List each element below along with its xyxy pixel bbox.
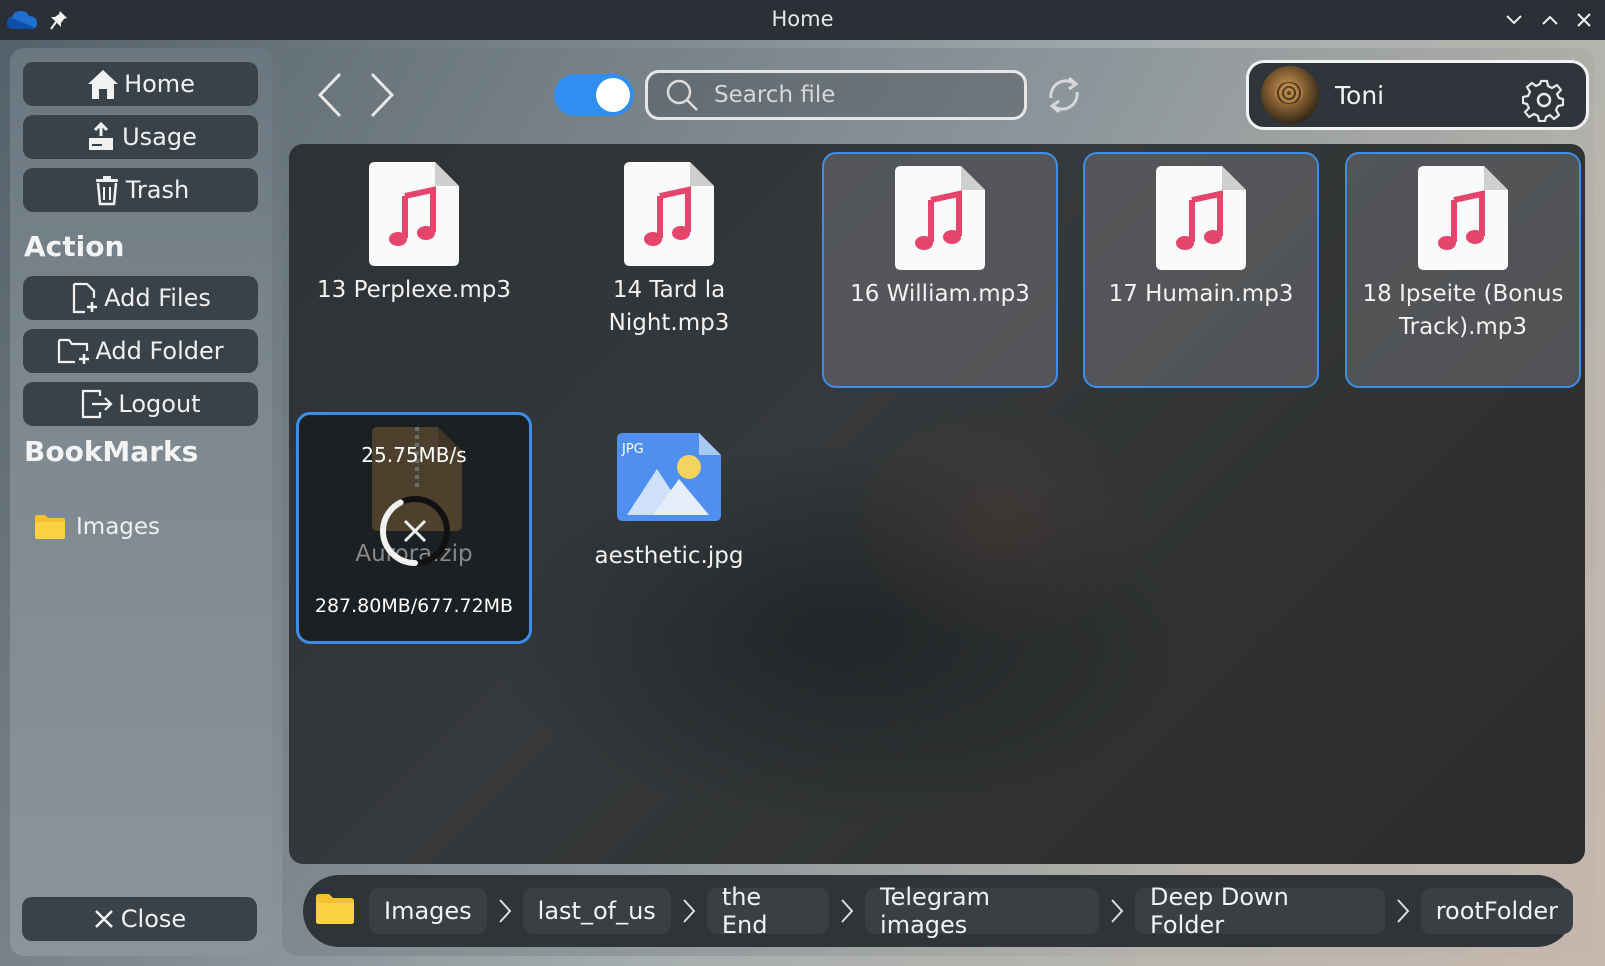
user-name: Toni <box>1335 80 1385 110</box>
logout-icon <box>82 389 113 419</box>
music-file-icon <box>895 166 985 274</box>
back-button[interactable] <box>310 70 350 120</box>
sidebar-item-usage[interactable]: Usage <box>23 115 258 159</box>
chevron-right-icon <box>839 897 855 925</box>
chevron-right-icon <box>370 72 395 118</box>
breadcrumb-item[interactable]: rootFolder <box>1420 888 1573 934</box>
music-file-icon <box>1418 166 1508 274</box>
action-heading: Action <box>24 230 125 263</box>
disk-usage-icon <box>89 121 114 150</box>
search-box[interactable] <box>645 70 1027 120</box>
avatar <box>1261 66 1319 124</box>
close-label: Close <box>120 905 187 933</box>
file-name: 18 Ipseite (Bonus Track).mp3 <box>1362 281 1564 340</box>
chevron-right-icon <box>497 897 513 925</box>
forward-button[interactable] <box>362 70 402 120</box>
cancel-download-button[interactable] <box>377 493 453 573</box>
search-input[interactable] <box>712 81 1016 109</box>
file-item[interactable]: JPG aesthetic.jpg <box>551 412 787 602</box>
breadcrumb-item[interactable]: the End <box>706 883 830 939</box>
refresh-button[interactable] <box>1043 74 1085 120</box>
file-name: 17 Humain.mp3 <box>1108 281 1294 307</box>
title-bar: Home <box>0 0 1605 40</box>
user-card[interactable]: Toni <box>1246 60 1589 130</box>
add-folder-button[interactable]: Add Folder <box>23 329 258 373</box>
search-icon <box>666 79 698 111</box>
file-item[interactable]: 13 Perplexe.mp3 <box>296 150 532 386</box>
chevron-right-icon <box>681 897 697 925</box>
music-file-icon <box>624 162 714 270</box>
breadcrumb-item[interactable]: Deep Down Folder <box>1134 883 1385 939</box>
close-sidebar-button[interactable]: Close <box>22 897 257 941</box>
sidebar-item-label: Home <box>124 70 195 98</box>
download-item[interactable]: 25.75MB/s Aurora.zip 287.80MB/677.72MB <box>296 412 532 644</box>
download-speed: 25.75MB/s <box>361 443 467 467</box>
bookmark-item-images[interactable]: Images <box>34 514 160 540</box>
sidebar-item-home[interactable]: Home <box>23 62 258 106</box>
sidebar-item-label: Trash <box>125 176 190 204</box>
bookmark-label: Images <box>76 514 161 540</box>
background-wallpaper-accent <box>849 404 1149 644</box>
refresh-icon <box>1049 76 1079 114</box>
chevron-up-icon <box>1542 15 1558 25</box>
download-progress-text: 287.80MB/677.72MB <box>314 595 514 617</box>
file-item[interactable]: 18 Ipseite (Bonus Track).mp3 <box>1345 152 1581 388</box>
breadcrumb-item[interactable]: Telegram images <box>865 883 1099 939</box>
home-icon <box>88 70 119 99</box>
close-icon <box>94 910 113 928</box>
folder-icon <box>35 515 65 539</box>
file-item[interactable]: 16 William.mp3 <box>822 152 1058 388</box>
file-name: 16 William.mp3 <box>850 281 1030 307</box>
chevron-right-icon <box>1395 897 1411 925</box>
music-file-icon <box>369 162 459 270</box>
sidebar-item-trash[interactable]: Trash <box>23 168 258 212</box>
window-close-button[interactable] <box>1572 9 1596 31</box>
view-toggle[interactable] <box>554 74 634 116</box>
add-files-label: Add Files <box>104 284 211 312</box>
close-icon <box>1577 13 1591 27</box>
breadcrumb-item[interactable]: Images <box>369 888 487 934</box>
gear-icon[interactable] <box>1521 78 1566 126</box>
breadcrumb-item[interactable]: last_of_us <box>522 888 671 934</box>
file-name: 13 Perplexe.mp3 <box>317 277 511 303</box>
toggle-knob <box>596 78 630 112</box>
add-folder-label: Add Folder <box>95 337 224 365</box>
add-file-icon <box>73 282 98 314</box>
file-name: aesthetic.jpg <box>594 543 744 569</box>
add-folder-icon <box>58 338 90 364</box>
logout-label: Logout <box>118 390 201 418</box>
close-icon <box>403 519 427 543</box>
file-item[interactable]: 17 Humain.mp3 <box>1083 152 1319 388</box>
add-files-button[interactable]: Add Files <box>23 276 258 320</box>
file-name: 14 Tard la Night.mp3 <box>608 277 730 336</box>
chevron-right-icon <box>1109 897 1125 925</box>
bookmarks-heading: BookMarks <box>24 435 199 468</box>
chevron-down-icon <box>1506 15 1522 25</box>
breadcrumb: Images last_of_us the End Telegram image… <box>303 875 1573 947</box>
music-file-icon <box>1156 166 1246 274</box>
sidebar-item-label: Usage <box>122 123 197 151</box>
file-item[interactable]: 14 Tard la Night.mp3 <box>551 150 787 386</box>
trash-icon <box>95 176 118 206</box>
window-title: Home <box>771 7 834 31</box>
chevron-left-icon <box>317 72 342 118</box>
maximize-button[interactable] <box>1538 9 1562 31</box>
folder-icon <box>315 893 355 929</box>
minimize-button[interactable] <box>1502 9 1526 31</box>
jpg-badge: JPG <box>622 442 644 457</box>
sidebar: Home Usage Trash Action Add Files Add Fo… <box>10 48 272 956</box>
logout-button[interactable]: Logout <box>23 382 258 426</box>
